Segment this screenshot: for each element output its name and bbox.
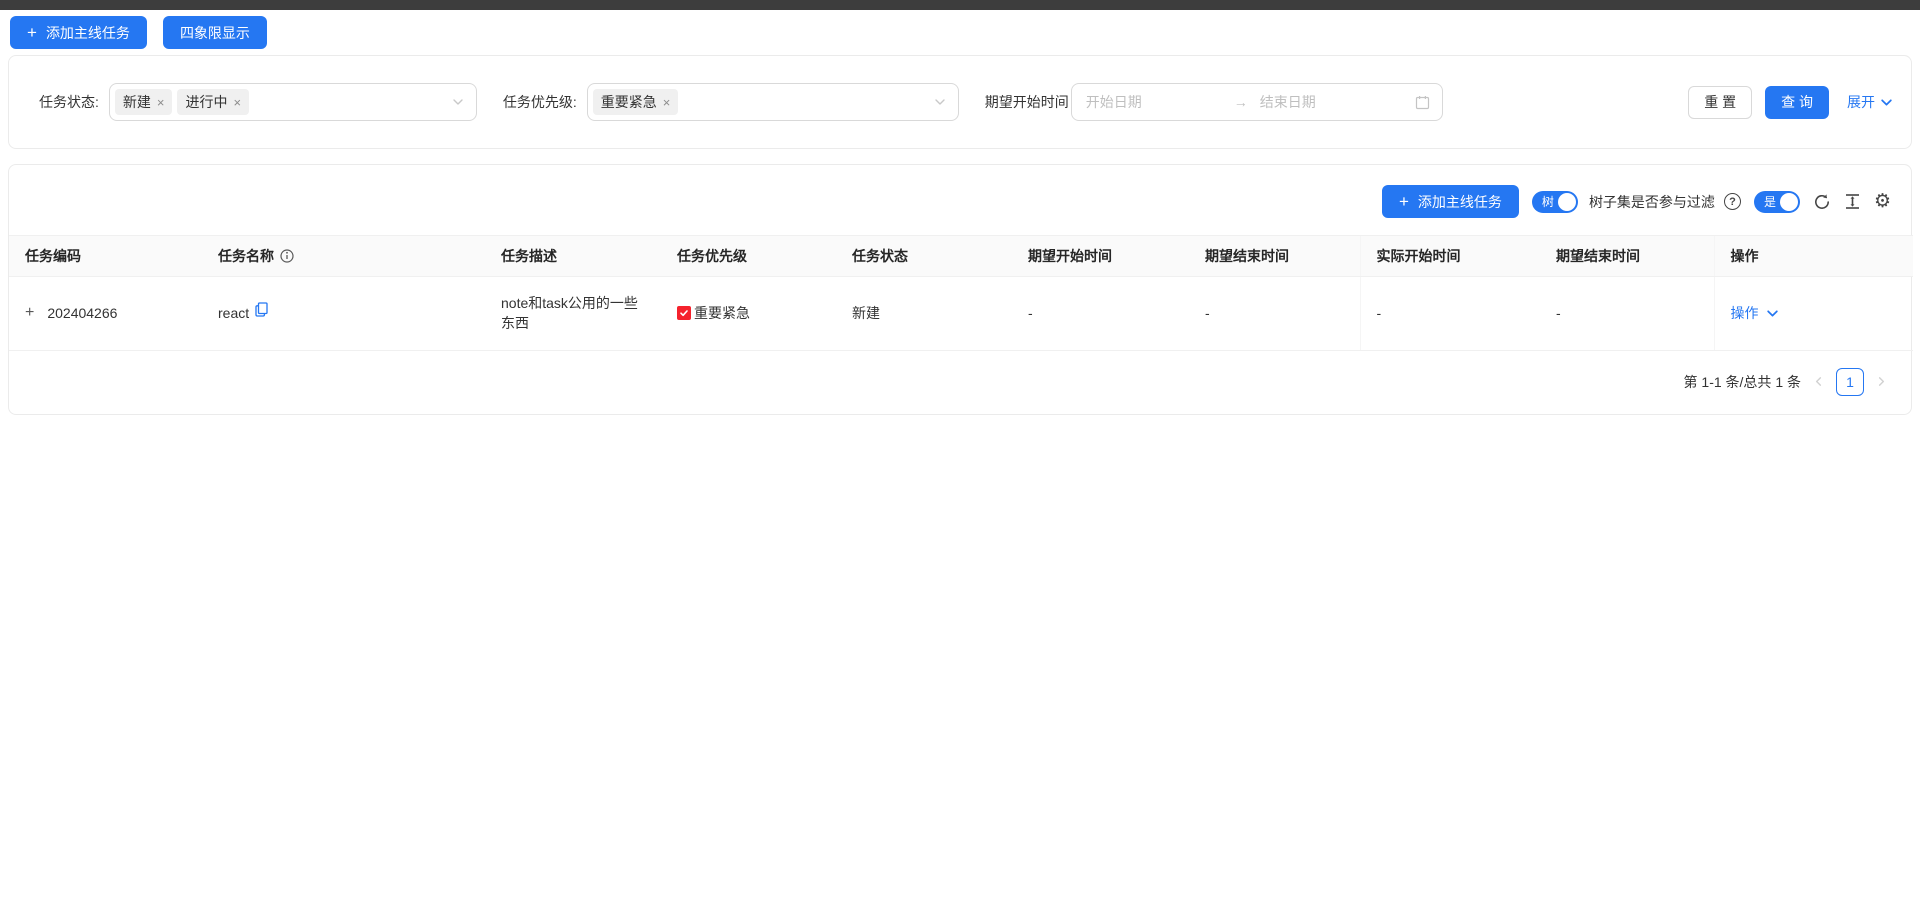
gear-icon[interactable]: ⚙ — [1874, 192, 1891, 211]
status-tag-inprogress: 进行中 × — [177, 89, 249, 115]
add-main-task-button[interactable]: + 添加主线任务 — [10, 16, 147, 49]
toolbar-add-main-task-button[interactable]: + 添加主线任务 — [1382, 185, 1519, 218]
task-name: react — [218, 305, 249, 321]
column-height-icon[interactable] — [1844, 193, 1861, 210]
toggle-knob — [1780, 193, 1798, 211]
col-header-expected-end-2: 期望结束时间 — [1540, 236, 1714, 277]
row-actions-cell: 操作 — [1714, 277, 1913, 351]
tree-mode-toggle[interactable]: 树 — [1532, 191, 1578, 213]
table-row: + 202404266 react note和task公用的一些东西 — [9, 277, 1913, 351]
task-code-cell: + 202404266 — [9, 277, 202, 351]
date-range-picker[interactable]: → — [1071, 83, 1443, 121]
task-priority-label: 任务优先级: — [503, 92, 577, 112]
task-status-select[interactable]: 新建 × 进行中 × — [109, 83, 477, 121]
pagination: 第 1-1 条/总共 1 条 1 — [9, 351, 1911, 396]
row-action-dropdown[interactable]: 操作 — [1731, 303, 1779, 323]
task-name-cell: react — [202, 277, 485, 351]
copy-icon[interactable] — [255, 302, 268, 317]
filter-buttons-group: 重 置 查 询 展开 — [1688, 86, 1893, 119]
tree-filter-label: 树子集是否参与过滤 — [1589, 192, 1715, 212]
col-header-expected-start: 期望开始时间 — [1012, 236, 1189, 277]
next-page-button[interactable] — [1874, 376, 1889, 387]
task-description-cell: note和task公用的一些东西 — [485, 277, 661, 351]
pagination-summary: 第 1-1 条/总共 1 条 — [1684, 372, 1801, 392]
col-header-task-name-label: 任务名称 — [218, 246, 274, 266]
info-circle-icon[interactable] — [280, 249, 294, 263]
tree-filter-yes-toggle[interactable]: 是 — [1754, 191, 1800, 213]
tree-mode-toggle-label: 树 — [1534, 196, 1558, 208]
task-status-cell: 新建 — [836, 277, 1012, 351]
priority-tag-urgent: 重要紧急 × — [593, 89, 679, 115]
expected-end-value: - — [1205, 305, 1210, 321]
question-circle-icon[interactable]: ? — [1724, 193, 1741, 210]
task-status: 新建 — [852, 305, 880, 321]
quadrant-display-label: 四象限显示 — [180, 23, 250, 43]
expected-end-cell: - — [1189, 277, 1360, 351]
page-1-button[interactable]: 1 — [1836, 368, 1864, 396]
col-header-task-description: 任务描述 — [485, 236, 661, 277]
expected-start-value: - — [1028, 305, 1033, 321]
close-icon[interactable]: × — [233, 96, 241, 109]
expand-link-label: 展开 — [1847, 92, 1875, 112]
row-action-label: 操作 — [1731, 303, 1759, 323]
tree-filter-yes-toggle-label: 是 — [1756, 196, 1780, 208]
task-table: 任务编码 任务名称 任务描述 任务优先级 任务状态 期望开始时间 期望结束时间 … — [9, 235, 1913, 351]
search-button[interactable]: 查 询 — [1765, 86, 1829, 119]
end-date-input[interactable] — [1258, 93, 1386, 111]
filter-card: 任务状态: 新建 × 进行中 × 任务优先级: 重要紧急 × 期望开始时间 — [8, 55, 1912, 149]
task-description: note和task公用的一些东西 — [501, 293, 645, 334]
table-header-row: 任务编码 任务名称 任务描述 任务优先级 任务状态 期望开始时间 期望结束时间 … — [9, 236, 1913, 277]
task-priority-tags: 重要紧急 × — [593, 89, 679, 115]
col-header-actions: 操作 — [1714, 236, 1913, 277]
prev-page-button[interactable] — [1811, 376, 1826, 387]
expected-start-cell: - — [1012, 277, 1189, 351]
task-priority-select[interactable]: 重要紧急 × — [587, 83, 959, 121]
expected-start-time-label: 期望开始时间 — [985, 92, 1069, 112]
close-icon[interactable]: × — [663, 96, 671, 109]
plus-icon: + — [27, 24, 37, 41]
task-table-card: + 添加主线任务 树 树子集是否参与过滤 ? 是 ⚙ 任务编码 — [8, 164, 1912, 415]
start-date-input[interactable] — [1084, 93, 1212, 111]
actual-start-cell: - — [1360, 277, 1540, 351]
page-actions-row: + 添加主线任务 四象限显示 — [10, 16, 1912, 49]
status-tag-new-label: 新建 — [123, 92, 151, 112]
col-header-actual-start: 实际开始时间 — [1360, 236, 1540, 277]
task-priority: 重要紧急 — [694, 303, 750, 323]
col-header-task-status: 任务状态 — [836, 236, 1012, 277]
col-header-expected-end: 期望结束时间 — [1189, 236, 1360, 277]
expand-link[interactable]: 展开 — [1847, 92, 1893, 112]
chevron-down-icon — [1766, 307, 1779, 320]
status-tag-new: 新建 × — [115, 89, 173, 115]
search-button-label: 查 询 — [1781, 92, 1813, 112]
quadrant-display-button[interactable]: 四象限显示 — [163, 16, 267, 49]
expand-row-button[interactable]: + — [25, 305, 34, 321]
col-header-task-code: 任务编码 — [9, 236, 202, 277]
reset-button[interactable]: 重 置 — [1688, 86, 1752, 119]
calendar-icon — [1415, 95, 1430, 110]
close-icon[interactable]: × — [157, 96, 165, 109]
table-toolbar: + 添加主线任务 树 树子集是否参与过滤 ? 是 ⚙ — [9, 185, 1911, 218]
status-tag-inprogress-label: 进行中 — [185, 92, 227, 112]
range-arrow-icon: → — [1234, 94, 1248, 110]
col-header-task-priority: 任务优先级 — [661, 236, 836, 277]
expected-end-2-value: - — [1556, 305, 1561, 321]
task-priority-cell: 重要紧急 — [661, 277, 836, 351]
add-main-task-label: 添加主线任务 — [46, 23, 130, 43]
task-code: 202404266 — [47, 305, 117, 321]
toggle-knob — [1558, 193, 1576, 211]
actual-start-value: - — [1377, 305, 1382, 321]
priority-tag-urgent-label: 重要紧急 — [601, 92, 657, 112]
task-status-tags: 新建 × 进行中 × — [115, 89, 249, 115]
task-status-label: 任务状态: — [39, 92, 99, 112]
priority-flag-icon — [677, 306, 691, 320]
plus-icon: + — [1399, 193, 1409, 210]
refresh-icon[interactable] — [1813, 193, 1831, 211]
toolbar-add-main-task-label: 添加主线任务 — [1418, 192, 1502, 212]
chevron-down-icon — [452, 96, 464, 108]
expected-end-2-cell: - — [1540, 277, 1714, 351]
col-header-task-name: 任务名称 — [202, 236, 485, 277]
chevron-down-icon — [1880, 96, 1893, 109]
chevron-down-icon — [934, 96, 946, 108]
top-dark-bar — [0, 0, 1920, 10]
